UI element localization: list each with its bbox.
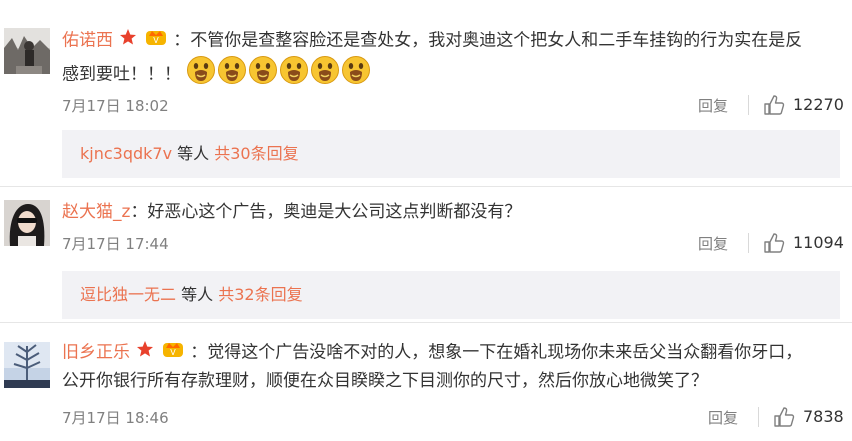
reply-users[interactable]: kjnc3qdk7v [80, 144, 172, 163]
avatar[interactable] [4, 28, 50, 74]
verified-star-icon [136, 339, 154, 367]
reply-thread-summary[interactable]: kjnc3qdk7v 等人 共30条回复 [62, 130, 840, 178]
vomit-emoji [310, 55, 340, 94]
reply-count-link[interactable]: 共30条回复 [214, 144, 298, 163]
thumbs-up-icon [764, 233, 785, 253]
svg-text:V: V [170, 348, 176, 357]
divider [748, 233, 749, 253]
svg-text:V: V [153, 36, 159, 45]
like-count: 11094 [793, 233, 844, 252]
comment-text: ：好恶心这个广告，奥迪是大公司这点判断都没有？ [130, 202, 522, 222]
vomit-emoji [248, 55, 278, 94]
emoji-row [186, 56, 372, 85]
like-count: 7838 [803, 407, 844, 426]
reply-button[interactable]: 回复 [698, 233, 728, 254]
vomit-emoji [279, 55, 309, 94]
reply-connector: 等人 [176, 285, 219, 304]
vip-crown-icon: V [162, 338, 184, 367]
divider [748, 95, 749, 115]
reply-button[interactable]: 回复 [698, 95, 728, 116]
comment-text: ：不管你是查整容脸还是查处女，我对奥迪这个把女人和二手车挂钩的行为实在是反 [173, 30, 803, 51]
vip-crown-icon: V [145, 26, 167, 55]
vomit-emoji [341, 55, 371, 94]
reply-button[interactable]: 回复 [708, 407, 738, 428]
verified-star-icon [119, 27, 137, 55]
comment-text-cont: 公开你银行所有存款理财，顺便在众目睽睽之下目测你的尺寸，然后你放心地微笑了？ [62, 371, 708, 391]
timestamp: 7月17日 18:02 [62, 97, 169, 115]
vomit-emoji [186, 55, 216, 94]
username[interactable]: 佑诺西 [62, 31, 113, 51]
comment-text-cont: 感到要吐！！！ [62, 64, 181, 85]
avatar[interactable] [4, 200, 50, 246]
reply-count-link[interactable]: 共32条回复 [218, 285, 302, 304]
reply-connector: 等人 [172, 144, 215, 163]
comment-divider [0, 186, 852, 187]
username[interactable]: 赵大猫_z [62, 202, 130, 222]
vomit-emoji [217, 55, 247, 94]
thumbs-up-icon [764, 95, 785, 115]
avatar[interactable] [4, 342, 50, 388]
reply-thread-summary[interactable]: 逗比独一无二 等人 共32条回复 [62, 271, 840, 319]
reply-users[interactable]: 逗比独一无二 [80, 285, 176, 304]
thumbs-up-icon [774, 407, 795, 427]
comment-text: ：觉得这个广告没啥不对的人，想象一下在婚礼现场你未来岳父当众翻看你牙口， [190, 342, 803, 363]
comment-divider [0, 322, 852, 323]
like-count: 12270 [793, 95, 844, 114]
divider [758, 407, 759, 427]
timestamp: 7月17日 17:44 [62, 235, 169, 253]
username[interactable]: 旧乡正乐 [62, 343, 130, 363]
timestamp: 7月17日 18:46 [62, 409, 169, 427]
